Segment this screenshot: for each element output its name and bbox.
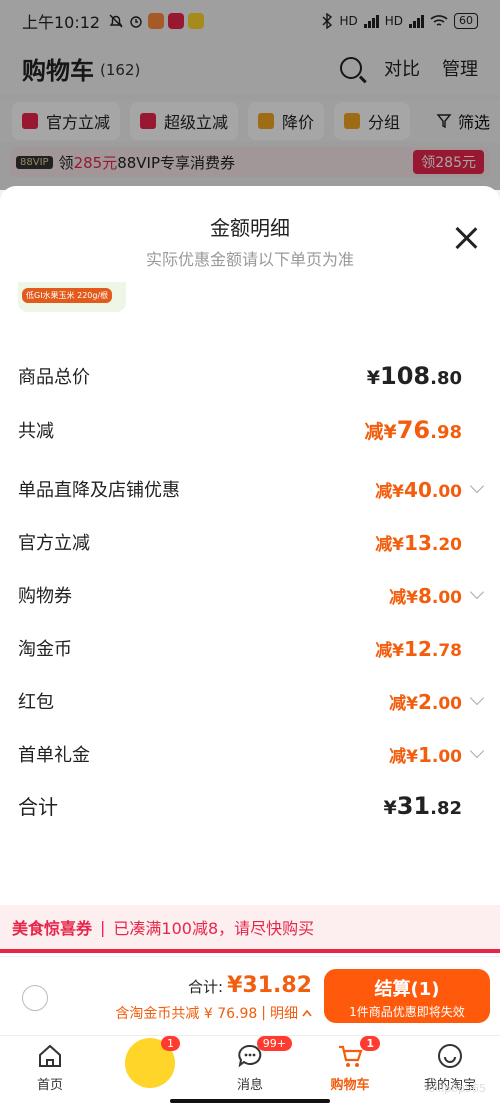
chevron-down-icon[interactable] — [469, 690, 485, 706]
watermark: lollipop565 — [425, 1082, 486, 1095]
amount-int: 12 — [404, 636, 432, 661]
detail-divider: | — [261, 1005, 266, 1021]
chevron-down-icon[interactable] — [469, 743, 485, 759]
amount-dec: .80 — [430, 368, 462, 389]
product-thumbnail: 低GI水果玉米 220g/根 — [18, 282, 126, 312]
amount-dec: .98 — [430, 422, 462, 443]
amount-prefix: 减¥ — [364, 421, 397, 443]
home-icon — [39, 1044, 61, 1067]
overlay-dim[interactable] — [0, 0, 500, 190]
amount-int: 13 — [404, 530, 432, 555]
checkout-button[interactable]: 结算(1) 1件商品优惠即将失效 — [324, 969, 490, 1023]
tab-my-taobao[interactable]: 我的淘宝 — [400, 1036, 500, 1111]
tab-label: 消息 — [236, 1078, 263, 1093]
close-icon[interactable] — [454, 226, 478, 250]
amount-int: 31 — [396, 791, 431, 820]
amount-row-value: 减¥ 76.98 — [364, 416, 462, 444]
checkout-sublabel: 1件商品优惠即将失效 — [349, 1005, 465, 1019]
amount-prefix: ¥ — [366, 367, 380, 389]
amount-dec: .20 — [431, 534, 462, 555]
amount-row-value: 减¥ 2.00 — [389, 689, 462, 714]
amount-row-value: 减¥ 40.00 — [375, 477, 462, 502]
total-line: 合计: ¥31.82 — [188, 973, 312, 998]
discount-summary: 含淘金币共减 ¥ 76.98 — [115, 1006, 258, 1022]
sheet-title: 金额明细 — [210, 216, 290, 240]
checkout-label: 结算(1) — [374, 979, 440, 1000]
amount-row: 合计 ¥31.82 — [18, 791, 482, 820]
amount-int: 1 — [417, 742, 432, 767]
tab-label: 首页 — [36, 1078, 63, 1093]
amount-row-label: 单品直降及店铺优惠 — [18, 480, 180, 501]
tab-badge: 1 — [161, 1036, 180, 1051]
amount-row-label: 官方立减 — [18, 533, 90, 554]
amount-prefix: 减¥ — [389, 693, 418, 714]
home-gesture-bar[interactable] — [170, 1099, 330, 1103]
amount-dec: .00 — [431, 693, 462, 714]
smile-face-icon — [438, 1044, 462, 1068]
product-tag: 低GI水果玉米 220g/根 — [22, 288, 113, 303]
amount-row: 官方立减 减¥ 13.20 — [18, 529, 482, 555]
amount-row[interactable]: 首单礼金 减¥ 1.00 — [18, 741, 485, 767]
tab-badge: 99+ — [256, 1036, 292, 1051]
amount-row[interactable]: 红包 减¥ 2.00 — [18, 688, 485, 714]
select-all-checkbox[interactable] — [22, 985, 48, 1011]
amount-dec: .00 — [431, 587, 462, 608]
amount-row: 共减 减¥ 76.98 — [18, 416, 482, 444]
amount-row-value: 减¥ 12.78 — [375, 636, 462, 661]
tab-home[interactable]: 首页 — [0, 1036, 100, 1111]
amount-prefix: 减¥ — [375, 534, 405, 555]
chevron-up-icon — [302, 1009, 312, 1017]
checkout-bar: 合计: ¥31.82 含淘金币共减 ¥ 76.98 | 明细 结算(1) 1件商… — [0, 957, 500, 1035]
sheet-subtitle: 实际优惠金额请以下单页为准 — [145, 250, 354, 269]
discount-detail-line[interactable]: 含淘金币共减 ¥ 76.98 | 明细 — [115, 1003, 312, 1023]
amount-row-value: ¥108.80 — [367, 362, 462, 390]
amount-row-value: 减¥ 1.00 — [389, 742, 462, 767]
amount-row-label: 合计 — [18, 795, 58, 819]
amount-row-value: ¥31.82 — [383, 792, 462, 820]
amount-dec: .82 — [430, 797, 462, 819]
amount-dec: .00 — [431, 746, 462, 767]
amount-prefix: 减¥ — [389, 746, 418, 767]
amount-int: 40 — [404, 477, 432, 502]
amount-row-value: 减¥ 13.20 — [375, 530, 462, 555]
tab-label: 购物车 — [330, 1078, 370, 1093]
tab-badge: 1 — [360, 1036, 380, 1051]
amount-int: 8 — [417, 583, 432, 608]
amount-prefix: 减¥ — [389, 587, 418, 608]
amount-prefix: ¥ — [383, 796, 397, 819]
amount-dec: .78 — [431, 640, 462, 661]
amount-row: 淘金币 减¥ 12.78 — [18, 635, 482, 661]
amount-detail-sheet: 金额明细 实际优惠金额请以下单页为准 低GI水果玉米 220g/根 商品总价 ¥1… — [0, 186, 500, 956]
chevron-down-icon[interactable] — [469, 478, 485, 494]
amount-row-label: 商品总价 — [18, 367, 90, 388]
amount-row[interactable]: 单品直降及店铺优惠 减¥ 40.00 — [18, 476, 485, 502]
amount-row-value: 减¥ 8.00 — [389, 583, 462, 608]
promo-label: 美食惊喜券 — [12, 919, 93, 938]
amount-int: 2 — [417, 689, 432, 714]
chevron-down-icon[interactable] — [469, 584, 485, 600]
amount-row-label: 首单礼金 — [18, 745, 90, 766]
promo-text: 已凑满100减8，请尽快购买 — [113, 919, 315, 938]
amount-row-label: 红包 — [18, 692, 54, 713]
amount-row[interactable]: 购物券 减¥ 8.00 — [18, 582, 485, 608]
promo-strip[interactable]: 美食惊喜券 | 已凑满100减8，请尽快购买 — [0, 905, 500, 953]
amount-row-label: 购物券 — [18, 586, 72, 607]
amount-row-label: 共减 — [18, 421, 54, 442]
amount-row-label: 淘金币 — [18, 639, 72, 660]
promo-divider: | — [100, 917, 106, 937]
amount-int: 108 — [380, 362, 431, 390]
amount-prefix: 减¥ — [375, 481, 405, 502]
amount-prefix: 减¥ — [375, 640, 405, 661]
total-label: 合计: — [188, 978, 224, 996]
amount-row: 商品总价 ¥108.80 — [18, 362, 482, 390]
amount-int: 76 — [396, 416, 431, 444]
detail-link[interactable]: 明细 — [270, 1003, 298, 1023]
amount-dec: .00 — [431, 481, 462, 502]
total-price: ¥31.82 — [227, 973, 312, 998]
